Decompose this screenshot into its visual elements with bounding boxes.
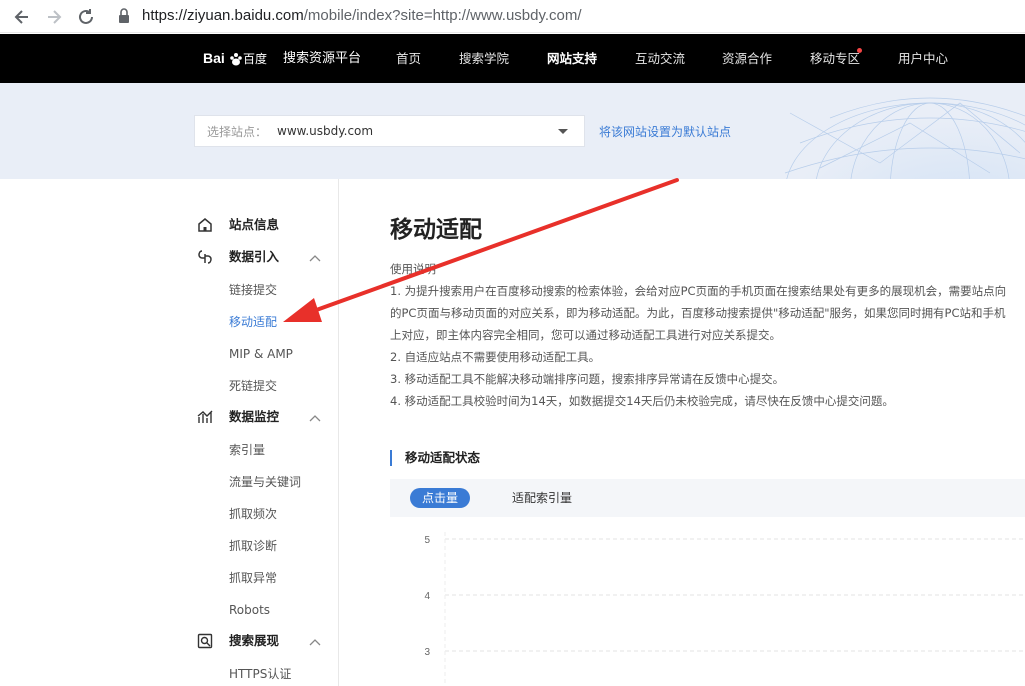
y-tick-label: 4 — [424, 591, 430, 602]
tab-clicks[interactable]: 点击量 — [410, 488, 470, 508]
nav-home[interactable]: 首页 — [396, 49, 421, 69]
platform-title: 搜索资源平台 — [283, 51, 362, 66]
chevron-down-icon — [558, 129, 568, 134]
y-tick-label: 5 — [424, 535, 430, 546]
arrow-left-icon[interactable] — [11, 6, 33, 28]
home-icon — [196, 216, 214, 234]
sidebar-item-crawl-diagnosis[interactable]: 抓取诊断 — [229, 537, 277, 555]
tab-adapted-index[interactable]: 适配索引量 — [512, 488, 572, 508]
notes-title: 使用说明 — [390, 262, 436, 276]
chevron-up-icon[interactable] — [309, 636, 321, 646]
sidebar: 站点信息 数据引入 链接提交 移动适配 MIP & AMP 死链提交 数据监控 … — [0, 179, 339, 686]
svg-text:Bai: Bai — [203, 50, 225, 66]
nav-mobile-zone[interactable]: 移动专区 — [810, 49, 860, 69]
sidebar-group-label: 搜索展现 — [229, 633, 280, 648]
search-display-icon — [196, 632, 214, 650]
monitor-icon — [196, 408, 214, 426]
status-chart: 5 4 3 — [424, 532, 1025, 686]
notification-dot — [857, 48, 862, 53]
sidebar-item-mip-amp[interactable]: MIP & AMP — [229, 345, 293, 363]
status-tabs: 点击量 适配索引量 — [390, 479, 1025, 517]
section-title: 移动适配状态 — [390, 450, 480, 466]
note-line: 上对应，即主体内容完全相同，您可以通过移动适配工具进行对应关系提交。 — [390, 328, 781, 342]
address-bar[interactable]: https://ziyuan.baidu.com/mobile/index?si… — [142, 6, 582, 26]
sidebar-item-https-cert[interactable]: HTTPS认证 — [229, 665, 291, 683]
note-line: 1. 为提升搜索用户在百度移动搜索的检索体验，会给对应PC页面的手机页面在搜索结… — [390, 284, 1007, 298]
sidebar-item-crawl-frequency[interactable]: 抓取频次 — [229, 505, 277, 523]
note-line: 3. 移动适配工具不能解决移动端排序问题，搜索排序异常请在反馈中心提交。 — [390, 372, 785, 386]
sidebar-item-link-submit[interactable]: 链接提交 — [229, 281, 277, 299]
site-banner: 选择站点： www.usbdy.com 将该网站设置为默认站点 — [0, 83, 1025, 179]
sidebar-item-dead-link[interactable]: 死链提交 — [229, 377, 277, 395]
url-path: /mobile/index?site=http://www.usbdy.com/ — [303, 7, 582, 24]
nav-resource-coop[interactable]: 资源合作 — [722, 49, 772, 69]
sidebar-item-mobile-adapt[interactable]: 移动适配 — [229, 313, 277, 331]
site-select-value: www.usbdy.com — [277, 124, 374, 138]
sidebar-group-label: 站点信息 — [229, 217, 280, 232]
chevron-up-icon[interactable] — [309, 412, 321, 422]
nav-search-academy[interactable]: 搜索学院 — [459, 49, 509, 69]
browser-toolbar: https://ziyuan.baidu.com/mobile/index?si… — [0, 0, 1025, 33]
note-line: 2. 自适应站点不需要使用移动适配工具。 — [390, 350, 601, 364]
top-navigation: Bai 百度 搜索资源平台 首页 搜索学院 网站支持 互动交流 资源合作 移动专… — [0, 34, 1025, 83]
nav-site-support[interactable]: 网站支持 — [547, 49, 597, 69]
data-import-icon — [196, 248, 214, 266]
baidu-logo[interactable]: Bai 百度 — [203, 47, 271, 69]
set-default-site-link[interactable]: 将该网站设置为默认站点 — [599, 123, 731, 141]
reload-icon[interactable] — [75, 6, 97, 28]
main-content: 移动适配 使用说明 1. 为提升搜索用户在百度移动搜索的检索体验，会给对应PC页… — [340, 179, 1025, 686]
sidebar-item-traffic-keywords[interactable]: 流量与关键词 — [229, 473, 301, 491]
svg-text:百度: 百度 — [243, 51, 267, 66]
sidebar-item-crawl-errors[interactable]: 抓取异常 — [229, 569, 277, 587]
y-tick-label: 3 — [424, 647, 430, 658]
sidebar-group-label: 数据引入 — [229, 249, 280, 264]
note-line: 4. 移动适配工具校验时间为14天，如数据提交14天后仍未校验完成，请尽快在反馈… — [390, 394, 894, 408]
url-host: https://ziyuan.baidu.com — [142, 7, 304, 24]
site-select[interactable]: 选择站点： www.usbdy.com — [194, 115, 585, 147]
sidebar-item-robots[interactable]: Robots — [229, 601, 270, 619]
site-select-label: 选择站点： — [207, 125, 268, 139]
nav-user-center[interactable]: 用户中心 — [898, 49, 948, 69]
arrow-right-icon[interactable] — [43, 6, 65, 28]
sidebar-group-label: 数据监控 — [229, 409, 280, 424]
lock-icon — [117, 7, 131, 25]
chevron-up-icon[interactable] — [309, 252, 321, 262]
globe-decoration-icon — [781, 97, 1025, 179]
sidebar-item-index-volume[interactable]: 索引量 — [229, 441, 265, 459]
note-line: 的PC页面与移动页面的对应关系，即为移动适配。为此，百度移动搜索提供"移动适配"… — [390, 306, 1006, 320]
page-title: 移动适配 — [390, 217, 482, 243]
nav-interaction[interactable]: 互动交流 — [635, 49, 685, 69]
